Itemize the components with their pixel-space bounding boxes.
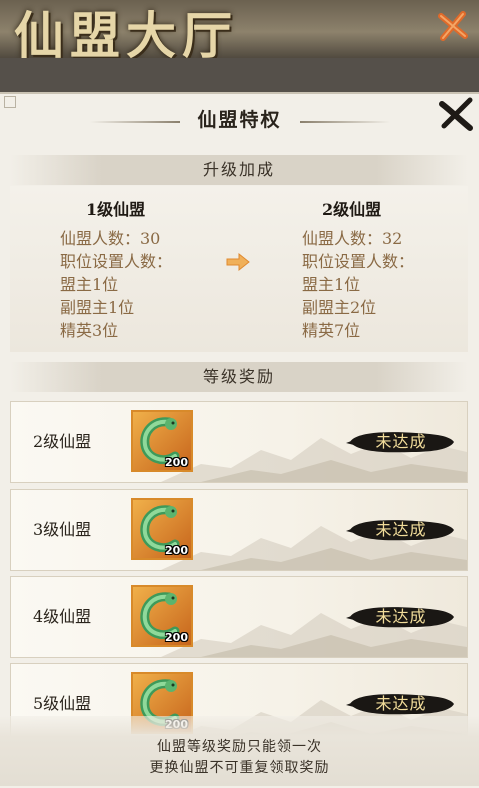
title-divider-right	[300, 121, 390, 123]
next-member-count: 仙盟人数：32	[302, 229, 403, 248]
footer-line-2: 更换仙盟不可重复领取奖励	[149, 760, 330, 776]
close-icon[interactable]	[436, 94, 476, 134]
current-vice-leader: 副盟主1位	[60, 298, 135, 317]
next-vice-leader: 副盟主2位	[302, 298, 377, 317]
reward-quantity: 200	[165, 456, 188, 469]
reward-quantity: 200	[165, 544, 188, 557]
hall-banner: 仙盟大厅	[0, 0, 479, 58]
panel-title: 仙盟特权	[197, 109, 282, 131]
status-badge: 未达成	[346, 516, 456, 544]
status-badge: 未达成	[346, 690, 456, 718]
rewards-section-header: 等级奖励	[10, 362, 468, 392]
status-badge: 未达成	[346, 428, 456, 456]
reward-quantity: 200	[165, 631, 188, 644]
reward-row: 4级仙盟 200 未达成	[10, 576, 468, 658]
status-text: 未达成	[375, 694, 427, 713]
hall-close-icon[interactable]	[435, 8, 471, 44]
next-positions-label: 职位设置人数：	[302, 252, 415, 271]
reward-row: 3级仙盟 200 未达成	[10, 489, 468, 571]
current-attributes: 仙盟人数：30 职位设置人数： 盟主1位 副盟主1位 精英3位	[60, 227, 172, 342]
status-text: 未达成	[375, 607, 427, 626]
dim-overlay	[0, 58, 479, 92]
reward-level-name: 2级仙盟	[33, 432, 92, 451]
status-text: 未达成	[375, 432, 427, 451]
reward-item-slot[interactable]: 200	[131, 498, 193, 560]
footer-line-1: 仙盟等级奖励只能领一次	[157, 739, 322, 755]
footer-notice: 仙盟等级奖励只能领一次 更换仙盟不可重复领取奖励	[0, 716, 479, 786]
current-member-count: 仙盟人数：30	[60, 229, 161, 248]
current-level-heading: 1级仙盟	[86, 200, 146, 219]
next-attributes: 仙盟人数：32 职位设置人数： 盟主1位 副盟主2位 精英7位	[302, 227, 414, 342]
reward-item-slot[interactable]: 200	[131, 585, 193, 647]
hall-title: 仙盟大厅	[14, 6, 238, 58]
upgrade-section-header: 升级加成	[10, 155, 468, 185]
status-text: 未达成	[375, 520, 427, 539]
reward-row: 2级仙盟 200 未达成	[10, 401, 468, 483]
next-level-heading: 2级仙盟	[322, 200, 382, 219]
reward-level-name: 4级仙盟	[33, 607, 92, 626]
reward-item-slot[interactable]: 200	[131, 410, 193, 472]
next-leader: 盟主1位	[302, 275, 361, 294]
next-elite: 精英7位	[302, 321, 361, 340]
upgrade-arrow-icon	[226, 252, 250, 272]
reward-level-name: 3级仙盟	[33, 520, 92, 539]
current-positions-label: 职位设置人数：	[60, 252, 173, 271]
status-badge: 未达成	[346, 603, 456, 631]
current-elite: 精英3位	[60, 321, 119, 340]
current-leader: 盟主1位	[60, 275, 119, 294]
